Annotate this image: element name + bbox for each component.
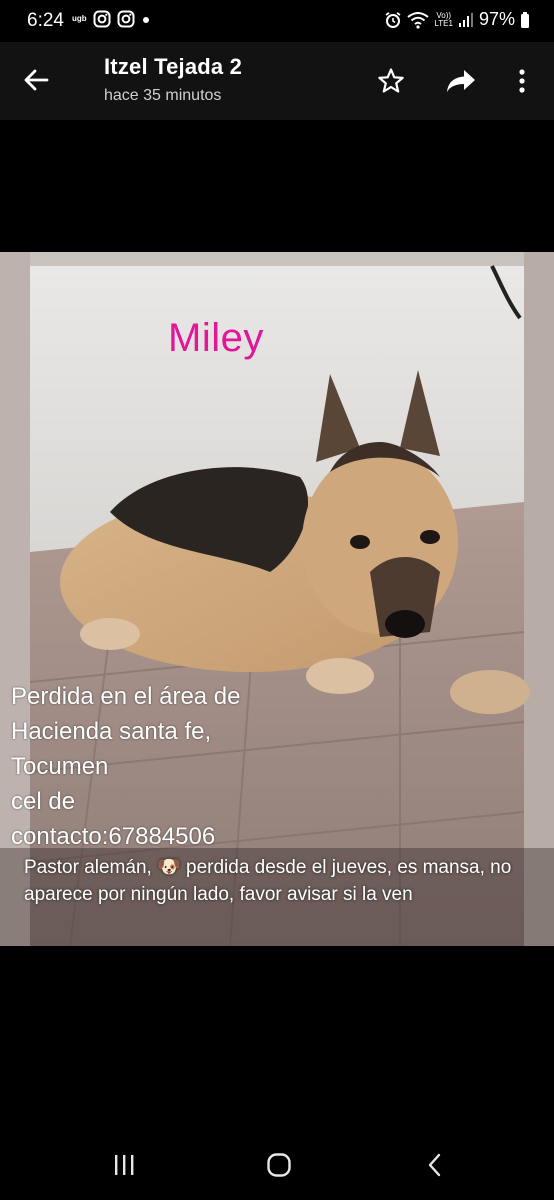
home-button[interactable] [254,1148,304,1182]
home-icon [267,1153,291,1177]
volte-indicator: Vo)) LTE1 [434,11,453,28]
overlay-line: Hacienda santa fe, [11,718,212,745]
system-back-button[interactable] [410,1148,460,1182]
system-navigation-bar [0,1130,554,1200]
status-time: 6:24 [27,10,64,31]
back-arrow-icon [24,69,49,91]
alarm-icon [385,11,401,28]
dot-icon [142,17,149,23]
instagram-icon [117,10,135,28]
more-vert-icon [519,69,525,93]
image-overlay-text: Perdida en el área de Hacienda santa fe,… [11,679,241,854]
page-title: Itzel Tejada 2 [104,54,243,79]
signal-icon [458,12,473,27]
volte-bottom-label: LTE1 [434,18,453,28]
star-icon [378,68,404,93]
battery-percent: 97% [478,9,515,29]
overlay-line: Perdida en el área de [11,683,241,710]
favorite-button[interactable] [372,62,410,100]
post-caption: Pastor alemán, 🐶 perdida desde el jueves… [24,857,512,905]
carrier-badge: ugb [72,14,87,23]
instagram-icon [93,10,111,28]
post-image[interactable]: Miley Perdida en el área de Hacienda san… [0,252,554,946]
battery-icon [521,11,529,28]
wifi-icon [407,11,430,29]
back-button[interactable] [16,60,56,100]
overlay-line: cel de [11,788,76,815]
share-icon [447,70,475,92]
recent-apps-icon [115,1155,134,1175]
system-status-icons: Vo)) LTE1 97% [384,9,530,30]
back-icon [428,1153,441,1177]
image-pet-name: Miley [168,316,264,360]
status-bar: 6:24 ugb Vo)) LTE1 97% [0,0,554,42]
notification-icons: ugb [72,10,151,28]
more-options-button[interactable] [505,62,539,100]
post-time: hace 35 minutos [104,87,222,104]
overlay-line: Tocumen [11,753,109,780]
recent-apps-button[interactable] [99,1148,149,1182]
top-app-bar: Itzel Tejada 2 hace 35 minutos [0,42,554,120]
share-button[interactable] [441,62,481,100]
